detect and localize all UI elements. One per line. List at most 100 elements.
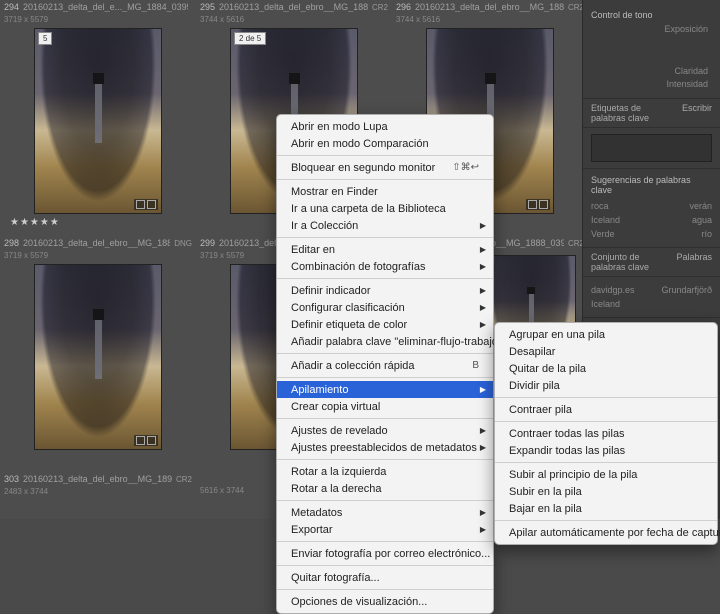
panel-write-button[interactable]: Escribir [682, 103, 712, 123]
menu-item[interactable]: Añadir palabra clave "eliminar-flujo-tra… [277, 333, 493, 350]
menu-item[interactable]: Definir etiqueta de color [277, 316, 493, 333]
thumb-index: 299 [200, 238, 215, 248]
menu-item[interactable]: Configurar clasificación [277, 299, 493, 316]
thumb-index: 295 [200, 2, 215, 12]
menu-item-label: Definir indicador [291, 285, 479, 297]
kw-sugg-row[interactable]: Verderío [591, 227, 712, 241]
menu-separator [495, 520, 717, 521]
menu-item[interactable]: Ir a Colección [277, 217, 493, 234]
menu-item-shortcut: B [472, 360, 479, 371]
thumb-filename: 20160213_delta_del_ebro__MG_1885_0396 [415, 2, 564, 12]
menu-item-label: Añadir palabra clave "eliminar-flujo-tra… [291, 336, 502, 348]
panel-keyword-tags-title[interactable]: Etiquetas de palabras clave [591, 103, 674, 123]
thumb-badge-icons [134, 435, 158, 446]
menu-item[interactable]: Abrir en modo Comparación [277, 135, 493, 152]
thumb-dimensions: 3719 x 5579 [2, 15, 194, 24]
menu-item[interactable]: Añadir a colección rápidaB [277, 357, 493, 374]
kw-set-row[interactable]: davidgp.esGrundarfjörð [591, 283, 712, 297]
panel-tone-title: Control de tono [591, 10, 712, 20]
menu-item[interactable]: Crear copia virtual [277, 398, 493, 415]
kw-sugg-row[interactable]: rocaverán [591, 199, 712, 213]
panel-exposure-label[interactable]: Exposición [591, 24, 712, 34]
menu-item[interactable]: Contraer todas las pilas [495, 425, 717, 442]
thumb-filename: 20160213_delta_del_ebro__MG_1890_0401 [23, 474, 172, 484]
menu-item-label: Dividir pila [509, 380, 703, 392]
thumb-filename: 20160213_delta_del_ebro__MG_1884_0395-HD… [23, 238, 170, 248]
thumbnail-image[interactable] [34, 264, 162, 450]
keyword-input[interactable] [591, 134, 712, 162]
menu-item-label: Mostrar en Finder [291, 186, 479, 198]
thumbnail-cell[interactable]: 294 20160213_delta_del_e..._MG_1884_0395… [2, 0, 194, 228]
menu-item[interactable]: Definir indicador [277, 282, 493, 299]
panel-kw-set-title[interactable]: Conjunto de palabras clave [591, 252, 668, 272]
menu-separator [277, 237, 493, 238]
menu-separator [277, 565, 493, 566]
thumb-dimensions: 3719 x 5579 [2, 251, 194, 260]
thumb-filename: 20160213_delta_del_ebro__MG_1884_0395 [219, 2, 368, 12]
menu-item[interactable]: Abrir en modo Lupa [277, 118, 493, 135]
context-submenu[interactable]: Agrupar en una pila Desapilar Quitar de la… [494, 322, 718, 545]
menu-item[interactable]: Bajar en la pila [495, 500, 717, 517]
menu-item[interactable]: Subir en la pila [495, 483, 717, 500]
menu-item[interactable]: Quitar de la pila [495, 360, 717, 377]
menu-item[interactable]: Bloquear en segundo monitor⇧⌘↩ [277, 159, 493, 176]
menu-item[interactable]: Combinación de fotografías [277, 258, 493, 275]
thumb-badge-icons [134, 199, 158, 210]
menu-item-label: Combinación de fotografías [291, 261, 479, 273]
kw-sugg-row[interactable]: Icelandagua [591, 213, 712, 227]
menu-item[interactable]: Metadatos [277, 504, 493, 521]
menu-separator [277, 589, 493, 590]
panel-intensity-label[interactable]: Intensidad [591, 79, 712, 89]
menu-item-label: Definir etiqueta de color [291, 319, 479, 331]
menu-item[interactable]: Editar en [277, 241, 493, 258]
menu-separator [277, 459, 493, 460]
panel-keyword-tags-header: Etiquetas de palabras clave Escribir [583, 98, 720, 127]
menu-item[interactable]: Ajustes de revelado [277, 422, 493, 439]
menu-item[interactable]: Expandir todas las pilas [495, 442, 717, 459]
menu-item[interactable]: Quitar fotografía... [277, 569, 493, 586]
thumbnail-cell[interactable]: 303 20160213_delta_del_ebro__MG_1890_040… [2, 472, 194, 496]
menu-item-label: Exportar [291, 524, 479, 536]
menu-item-label: Desapilar [509, 346, 703, 358]
panel-kw-set-tab[interactable]: Palabras [676, 252, 712, 272]
menu-item[interactable]: Apilamiento [277, 381, 493, 398]
menu-item[interactable]: Apilar automáticamente por fecha de capt… [495, 524, 717, 541]
menu-item[interactable]: Dividir pila [495, 377, 717, 394]
menu-separator [277, 179, 493, 180]
menu-item[interactable]: Rotar a la derecha [277, 480, 493, 497]
menu-item[interactable]: Exportar [277, 521, 493, 538]
context-menu[interactable]: Abrir en modo Lupa Abrir en modo Comparac… [276, 114, 494, 614]
menu-item[interactable]: Ir a una carpeta de la Biblioteca [277, 200, 493, 217]
menu-item[interactable]: Mostrar en Finder [277, 183, 493, 200]
thumb-dimensions: 3744 x 5616 [394, 15, 586, 24]
menu-item[interactable]: Enviar fotografía por correo electrónico… [277, 545, 493, 562]
thumb-index: 303 [4, 474, 19, 484]
thumb-index: 294 [4, 2, 19, 12]
menu-separator [277, 418, 493, 419]
menu-item[interactable]: Rotar a la izquierda [277, 463, 493, 480]
stack-badge: 2 de 5 [234, 32, 266, 45]
menu-item[interactable]: Subir al principio de la pila [495, 466, 717, 483]
menu-separator [277, 377, 493, 378]
menu-item[interactable]: Ajustes preestablecidos de metadatos [277, 439, 493, 456]
menu-separator [277, 278, 493, 279]
menu-item[interactable]: Opciones de visualización... [277, 593, 493, 610]
thumbnail-image[interactable]: 5 [34, 28, 162, 214]
menu-item-shortcut: ⇧⌘↩ [452, 162, 479, 173]
menu-separator [495, 421, 717, 422]
menu-item[interactable]: Agrupar en una pila [495, 326, 717, 343]
stack-badge: 5 [38, 32, 52, 45]
menu-item-label: Abrir en modo Lupa [291, 121, 479, 133]
panel-kw-set-header: Conjunto de palabras clave Palabras [583, 247, 720, 276]
kw-set-row[interactable]: Iceland [591, 297, 712, 311]
rating-stars[interactable]: ★★★★★ [2, 216, 194, 228]
menu-item-label: Expandir todas las pilas [509, 445, 703, 457]
thumbnail-cell[interactable]: 298 20160213_delta_del_ebro__MG_1884_039… [2, 236, 194, 452]
menu-item-label: Enviar fotografía por correo electrónico… [291, 548, 490, 560]
panel-clarity-label[interactable]: Claridad [591, 66, 712, 76]
menu-item[interactable]: Contraer pila [495, 401, 717, 418]
menu-item-label: Metadatos [291, 507, 479, 519]
menu-item[interactable]: Desapilar [495, 343, 717, 360]
menu-item-label: Abrir en modo Comparación [291, 138, 479, 150]
menu-item-label: Contraer pila [509, 404, 703, 416]
